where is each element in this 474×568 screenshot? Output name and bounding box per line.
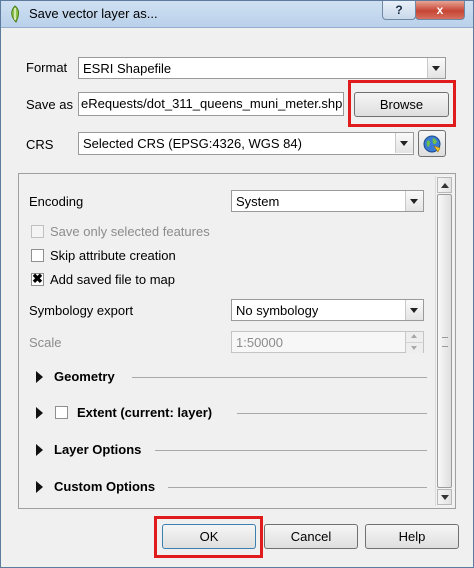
section-divider	[168, 487, 427, 488]
chevron-down-icon	[405, 191, 423, 211]
section-extent-label: Extent (current: layer)	[77, 405, 213, 420]
arrow-down-icon	[441, 495, 449, 500]
chevron-down-icon	[405, 300, 423, 320]
save-as-path-value: eRequests/dot_311_queens_muni_meter.shp	[81, 96, 343, 111]
grip-icon	[442, 337, 448, 347]
scale-spinbox[interactable]: 1:50000	[231, 331, 424, 353]
section-divider	[155, 450, 427, 451]
symbology-select[interactable]: No symbology	[231, 299, 424, 321]
scroll-up-button[interactable]	[437, 177, 452, 193]
save-selected-checkbox[interactable]	[31, 225, 44, 238]
section-divider	[237, 413, 427, 414]
ok-button[interactable]: OK	[162, 524, 256, 549]
section-geometry-label: Geometry	[54, 369, 115, 384]
scroll-down-button[interactable]	[437, 489, 452, 505]
expand-arrow-icon	[36, 371, 43, 383]
save-as-label: Save as	[26, 97, 73, 112]
expand-arrow-icon	[36, 481, 43, 493]
crs-label: CRS	[26, 137, 54, 152]
checkmark-icon: ✖	[32, 271, 43, 286]
scroll-thumb[interactable]	[437, 194, 452, 488]
help-button[interactable]: Help	[365, 524, 459, 549]
spin-arrows-icon	[405, 332, 423, 353]
scale-label: Scale	[29, 335, 62, 350]
title-bar: Save vector layer as... ? x	[1, 1, 473, 28]
expand-arrow-icon	[36, 444, 43, 456]
globe-icon	[423, 135, 441, 153]
add-to-map-label: Add saved file to map	[50, 272, 176, 287]
options-scrollbar[interactable]	[435, 176, 454, 506]
format-value: ESRI Shapefile	[83, 61, 172, 76]
section-divider	[132, 377, 427, 378]
skip-attribute-label: Skip attribute creation	[50, 248, 176, 263]
chevron-down-icon	[395, 133, 413, 153]
encoding-select[interactable]: System	[231, 190, 424, 212]
extent-checkbox[interactable]	[55, 406, 68, 419]
section-layer-options-label: Layer Options	[54, 442, 142, 457]
cancel-button[interactable]: Cancel	[264, 524, 358, 549]
scale-value: 1:50000	[236, 335, 283, 350]
save-as-path-input[interactable]: eRequests/dot_311_queens_muni_meter.shp	[78, 92, 344, 116]
encoding-value: System	[236, 194, 280, 209]
format-select[interactable]: ESRI Shapefile	[78, 57, 446, 79]
symbology-value: No symbology	[236, 303, 319, 318]
title-close-button[interactable]: x	[415, 1, 465, 20]
browse-button[interactable]: Browse	[354, 92, 449, 117]
add-to-map-checkbox[interactable]: ✖	[31, 271, 44, 286]
encoding-label: Encoding	[29, 194, 84, 209]
section-custom-options-label: Custom Options	[54, 479, 156, 494]
format-label: Format	[26, 60, 68, 75]
crs-selector-button[interactable]	[418, 130, 446, 157]
skip-attribute-checkbox[interactable]	[31, 249, 44, 262]
crs-select[interactable]: Selected CRS (EPSG:4326, WGS 84)	[78, 132, 414, 155]
crs-value: Selected CRS (EPSG:4326, WGS 84)	[83, 136, 302, 151]
arrow-up-icon	[441, 183, 449, 188]
save-vector-layer-dialog: Save vector layer as... ? x Format ESRI …	[0, 0, 474, 568]
save-selected-label: Save only selected features	[50, 224, 210, 239]
symbology-label: Symbology export	[29, 303, 134, 318]
chevron-down-icon	[427, 58, 445, 78]
qgis-logo-icon	[11, 5, 19, 23]
title-help-button[interactable]: ?	[382, 1, 416, 20]
window-title: Save vector layer as...	[29, 6, 158, 21]
expand-arrow-icon	[36, 407, 43, 419]
